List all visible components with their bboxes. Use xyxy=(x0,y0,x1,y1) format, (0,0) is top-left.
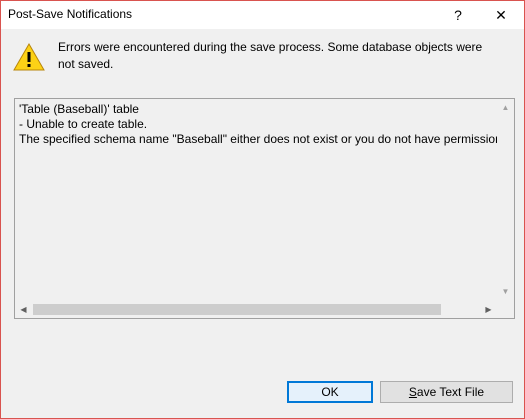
details-line: The specified schema name "Baseball" eit… xyxy=(19,132,499,146)
details-line: - Unable to create table. xyxy=(19,117,148,131)
title-bar: Post-Save Notifications ? ✕ xyxy=(1,1,524,29)
scroll-right-icon[interactable]: ▶ xyxy=(480,301,497,318)
details-textbox[interactable]: 'Table (Baseball)' table - Unable to cre… xyxy=(14,98,515,319)
error-message: Errors were encountered during the save … xyxy=(58,40,483,71)
save-text-file-button[interactable]: Save Text File xyxy=(380,381,513,403)
horizontal-scroll-thumb[interactable] xyxy=(33,304,441,315)
save-text-file-label: Save Text File xyxy=(408,385,485,399)
scroll-down-icon[interactable]: ▼ xyxy=(497,283,514,300)
ok-button-label: OK xyxy=(321,385,339,399)
ok-button[interactable]: OK xyxy=(287,381,373,403)
help-button[interactable]: ? xyxy=(435,1,481,29)
horizontal-scrollbar[interactable]: ◀ ▶ xyxy=(15,301,497,318)
vertical-scrollbar[interactable]: ▲ ▼ xyxy=(497,99,514,300)
details-line: 'Table (Baseball)' table xyxy=(19,102,139,116)
warning-icon xyxy=(13,43,45,71)
post-save-dialog: Post-Save Notifications ? ✕ Errors were … xyxy=(0,0,525,419)
scroll-left-icon[interactable]: ◀ xyxy=(15,301,32,318)
scrollbar-corner xyxy=(497,301,514,318)
help-icon: ? xyxy=(454,7,462,23)
close-icon: ✕ xyxy=(495,6,507,23)
details-content: 'Table (Baseball)' table - Unable to cre… xyxy=(19,102,499,297)
scroll-up-icon[interactable]: ▲ xyxy=(497,99,514,116)
close-button[interactable]: ✕ xyxy=(478,1,524,29)
window-title: Post-Save Notifications xyxy=(8,7,133,21)
